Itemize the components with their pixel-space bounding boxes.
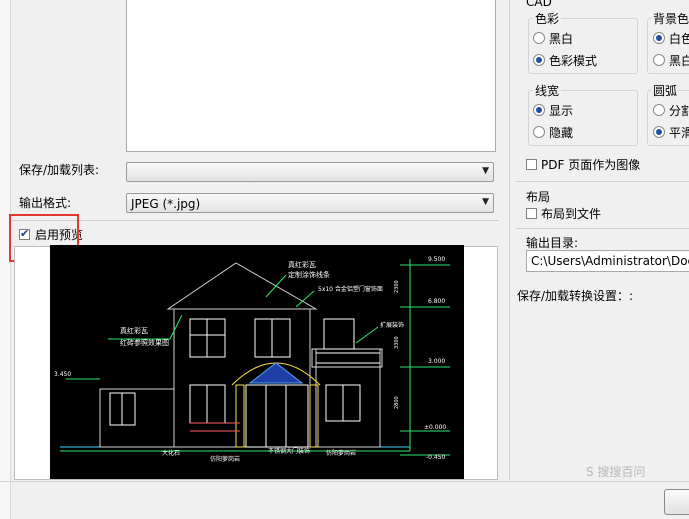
linewidth-hide-label: 隐藏 — [549, 126, 574, 140]
dialog-button[interactable] — [664, 489, 689, 515]
cad-label: 仿阳萝岗岩 — [326, 449, 356, 457]
cad-label: 不锈钢大门装饰 — [268, 447, 310, 455]
file-list-box[interactable] — [126, 0, 496, 152]
linewidth-group-title: 线宽 — [533, 82, 562, 99]
cad-label: 仿阳萝岗岩 — [210, 455, 240, 463]
divider — [516, 181, 689, 182]
color-group-title: 色彩 — [533, 10, 562, 27]
cad-label: 3.000 — [428, 358, 445, 365]
cad-section-label: CAD — [526, 0, 552, 9]
pdf-as-image-label: PDF 页面作为图像 — [541, 158, 641, 172]
bg-white-radio[interactable] — [653, 32, 665, 44]
output-format-value: JPEG (*.jpg) — [131, 197, 201, 211]
output-dir-input[interactable]: C:\Users\Administrator\Docum — [526, 250, 689, 272]
cad-label: 大化石 — [162, 449, 180, 457]
linewidth-show-label: 显示 — [549, 104, 574, 118]
pdf-as-image-checkbox[interactable] — [526, 159, 537, 170]
cad-label: 3300 — [394, 336, 400, 349]
bottom-divider — [0, 481, 689, 482]
output-format-combo[interactable]: JPEG (*.jpg) ▼ — [126, 193, 494, 213]
cad-label: ±0.000 — [424, 424, 446, 431]
linewidth-show-radio[interactable] — [533, 104, 545, 116]
arc-smooth-label: 平滑 — [669, 126, 689, 140]
cad-label: -0.450 — [426, 454, 446, 461]
bg-white-label: 白色 — [669, 32, 689, 46]
watermark: S 搜搜百问 — [586, 465, 646, 479]
save-load-convert-label: 保存/加载转换设置：: — [517, 289, 634, 303]
bg-color-group-title: 背景色 — [651, 10, 689, 27]
cad-label: 3.450 — [54, 371, 71, 378]
arc-group-title: 圆弧 — [651, 82, 680, 99]
bg-bw-radio[interactable] — [653, 54, 665, 66]
pane-divider — [509, 0, 510, 480]
color-bw-label: 黑白 — [549, 32, 574, 46]
bg-bw-label: 黑白 — [669, 54, 689, 68]
cad-label: 真红彩瓦 — [120, 326, 148, 335]
save-load-list-label: 保存/加载列表: — [19, 163, 100, 177]
output-dir-value: C:\Users\Administrator\Docum — [531, 254, 689, 268]
cad-label: 红砖参照效果图 — [120, 338, 169, 347]
layout-to-file-label: 布局到文件 — [541, 207, 602, 221]
cad-preview-image: 9.500 6.800 3.000 ±0.000 -0.450 3.450 28… — [50, 245, 464, 479]
arc-split-label: 分割 — [669, 104, 689, 118]
cad-label: 9.500 — [428, 256, 445, 263]
output-format-label: 输出格式: — [19, 196, 72, 210]
divider — [516, 228, 689, 229]
cad-label: 定制涂饰线条 — [288, 270, 330, 279]
cad-label: 真红彩瓦 — [288, 260, 316, 269]
layout-section-label: 布局 — [526, 190, 551, 204]
chevron-down-icon: ▼ — [482, 166, 489, 176]
layout-to-file-checkbox[interactable] — [526, 208, 537, 219]
color-mode-label: 色彩模式 — [549, 54, 598, 68]
cad-label: 5x10 合金铝塑门窗饰面 — [318, 285, 383, 293]
cad-label: 2800 — [394, 396, 400, 409]
arc-split-radio[interactable] — [653, 104, 665, 116]
arc-smooth-radio[interactable] — [653, 126, 665, 138]
linewidth-hide-radio[interactable] — [533, 126, 545, 138]
save-load-list-combo[interactable]: ▼ — [126, 162, 494, 182]
chevron-down-icon: ▼ — [482, 197, 489, 207]
color-bw-radio[interactable] — [533, 32, 545, 44]
output-dir-label: 输出目录: — [526, 236, 579, 250]
divider — [12, 220, 499, 221]
cad-label: 2300 — [394, 280, 400, 293]
cad-label: 扩展装饰 — [380, 321, 404, 329]
cad-label: 6.800 — [428, 298, 445, 305]
color-mode-radio[interactable] — [533, 54, 545, 66]
